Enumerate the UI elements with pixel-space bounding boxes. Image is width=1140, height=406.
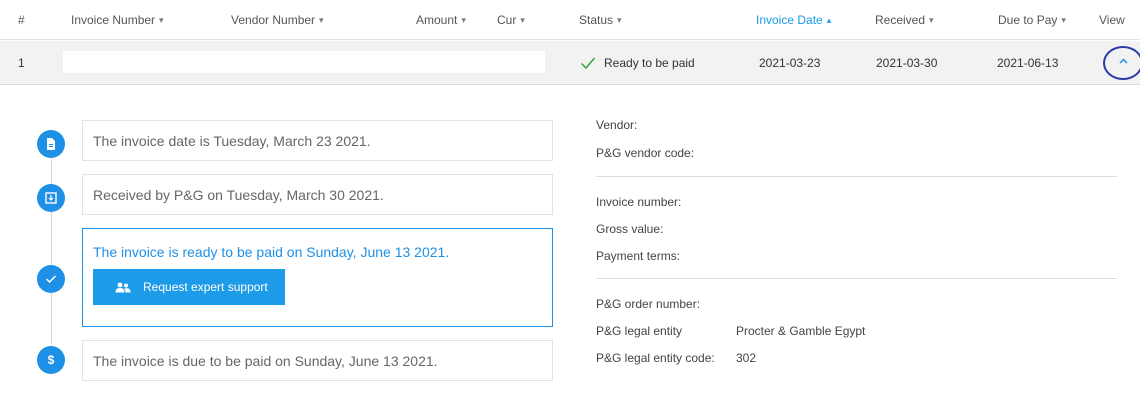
status-text: Ready to be paid [604, 56, 695, 70]
sort-caret-icon: ▾ [520, 15, 525, 25]
document-icon [37, 130, 65, 158]
timeline-text: The invoice is ready to be paid on Sunda… [93, 244, 450, 260]
col-header-status[interactable]: Status ▾ [579, 13, 622, 27]
col-header-received[interactable]: Received ▾ [875, 13, 934, 27]
request-expert-support-button[interactable]: Request expert support [93, 269, 285, 305]
legal-entity-value: Procter & Gamble Egypt [736, 324, 866, 338]
sort-caret-icon: ▾ [1061, 15, 1066, 25]
col-header-label: View [1099, 13, 1125, 27]
col-header-label: Due to Pay [998, 13, 1058, 27]
col-header-vendor-number[interactable]: Vendor Number ▾ [231, 13, 324, 27]
timeline-item-ready-to-pay: The invoice is ready to be paid on Sunda… [82, 228, 553, 327]
sort-caret-icon: ▾ [929, 15, 934, 25]
timeline-line [51, 144, 52, 362]
divider [596, 278, 1117, 279]
timeline-item-invoice-date: The invoice date is Tuesday, March 23 20… [82, 120, 553, 161]
payment-terms-label: Payment terms: [596, 249, 681, 263]
col-header-due-to-pay[interactable]: Due to Pay ▾ [998, 13, 1066, 27]
col-header-invoice-date[interactable]: Invoice Date ▴ [756, 13, 831, 27]
gross-value-label: Gross value: [596, 222, 664, 236]
due-to-pay-value: 2021-06-13 [997, 56, 1059, 70]
col-header-currency[interactable]: Cur ▾ [497, 13, 525, 27]
col-header-index-label: # [18, 13, 25, 27]
legal-entity-label: P&G legal entity [596, 324, 683, 338]
col-header-label: Invoice Date [756, 13, 823, 27]
received-value: 2021-03-30 [876, 56, 938, 70]
col-header-label: Amount [416, 13, 458, 27]
vendor-label: Vendor: [596, 118, 638, 132]
request-expert-support-label: Request expert support [143, 280, 268, 294]
sort-caret-up-icon: ▴ [826, 15, 832, 25]
legal-entity-code-label: P&G legal entity code: [596, 351, 715, 365]
row-index: 1 [18, 56, 25, 70]
col-header-view: View [1099, 13, 1125, 27]
timeline-item-due: The invoice is due to be paid on Sunday,… [82, 340, 553, 381]
col-header-label: Cur [497, 13, 517, 27]
col-header-label: Vendor Number [231, 13, 316, 27]
users-icon [115, 282, 131, 293]
sort-caret-icon: ▾ [617, 15, 622, 25]
sort-caret-icon: ▾ [461, 15, 466, 25]
timeline-text: The invoice is due to be paid on Sunday,… [93, 352, 438, 369]
check-icon [37, 265, 65, 293]
legal-entity-code-value: 302 [736, 351, 757, 365]
table-header: # Invoice Number ▾ Vendor Number ▾ Amount ▾… [0, 0, 1140, 40]
table-row[interactable]: 1 Ready to be paid 2021-03-23 2021-03-30… [0, 41, 1140, 85]
col-header-index: # [18, 13, 25, 27]
sort-caret-icon: ▾ [159, 15, 164, 25]
dollar-icon: $ [37, 346, 65, 374]
timeline-text: Received by P&G on Tuesday, March 30 202… [93, 186, 384, 203]
order-number-label: P&G order number: [596, 297, 701, 311]
collapse-row-toggle[interactable] [1103, 46, 1140, 80]
col-header-label: Received [875, 13, 926, 27]
col-header-amount[interactable]: Amount ▾ [416, 13, 466, 27]
timeline-item-received: Received by P&G on Tuesday, March 30 202… [82, 174, 553, 215]
redacted-area [63, 51, 545, 73]
col-header-invoice-number[interactable]: Invoice Number ▾ [71, 13, 164, 27]
check-icon [580, 57, 596, 70]
invoice-date-value: 2021-03-23 [759, 56, 821, 70]
inbox-icon [37, 184, 65, 212]
chevron-up-icon [1119, 58, 1128, 64]
sort-caret-icon: ▾ [319, 15, 324, 25]
timeline-text: The invoice date is Tuesday, March 23 20… [93, 132, 371, 149]
divider [596, 176, 1117, 177]
col-header-label: Status [579, 13, 614, 27]
col-header-label: Invoice Number [71, 13, 156, 27]
vendor-code-label: P&G vendor code: [596, 146, 695, 160]
invoice-number-label: Invoice number: [596, 195, 682, 209]
